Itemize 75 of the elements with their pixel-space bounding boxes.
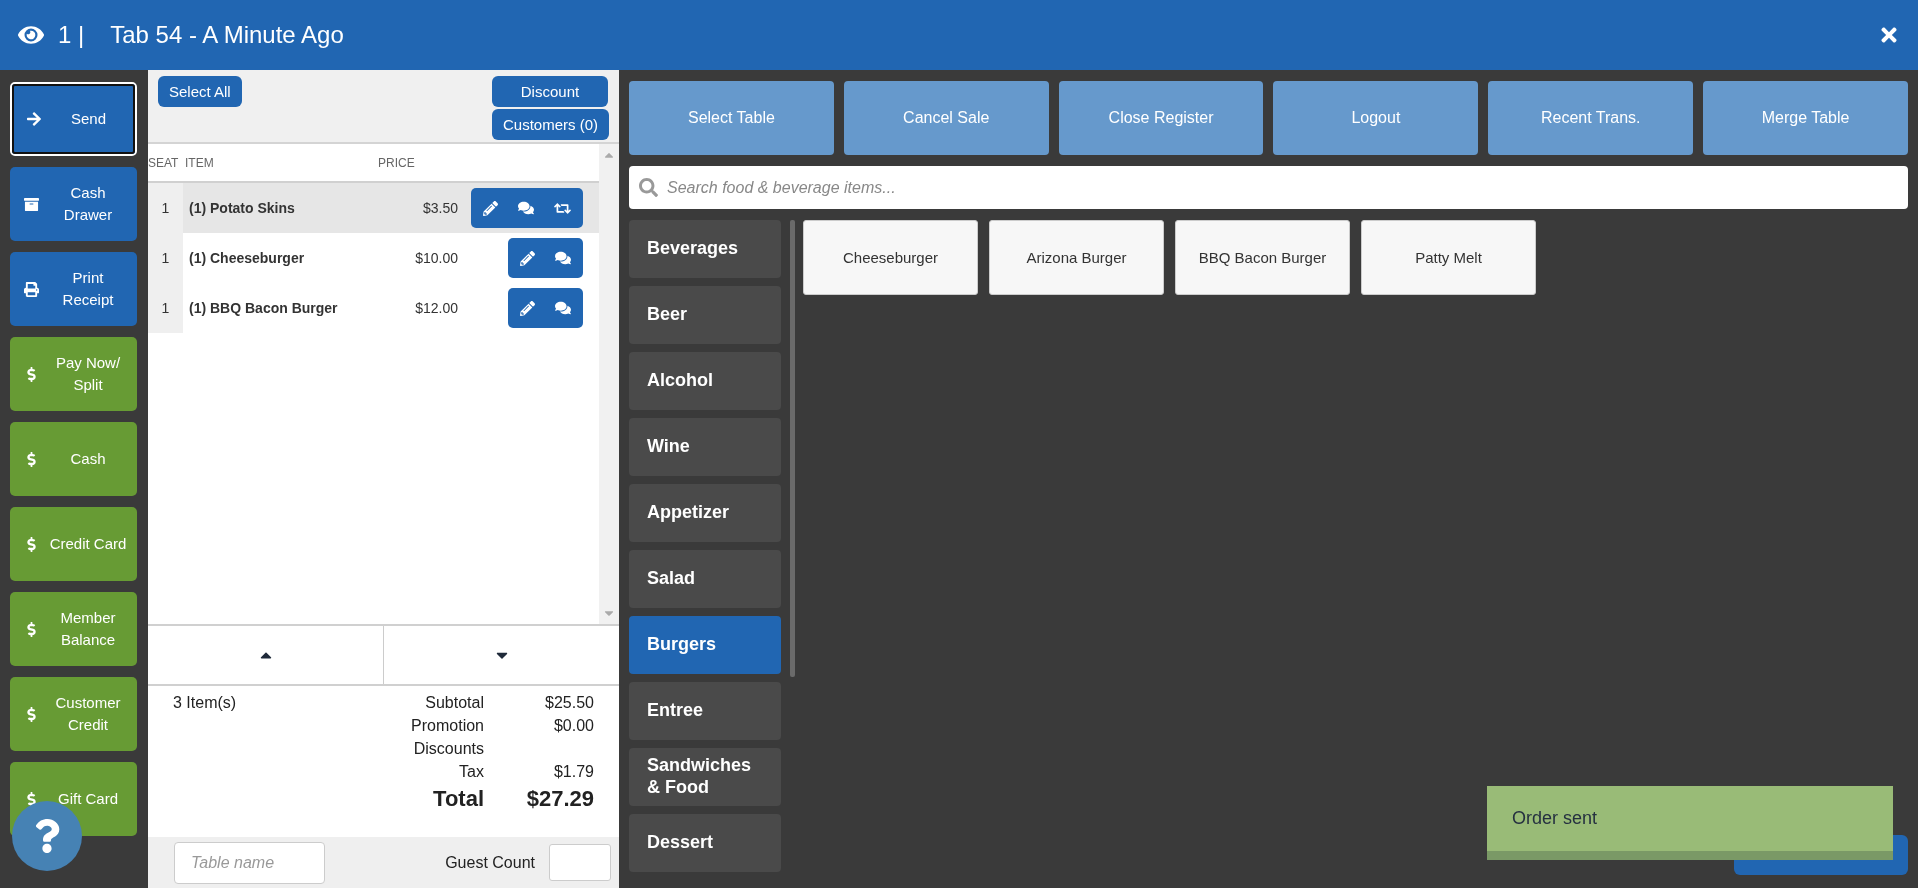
toolbar-button[interactable]: Recent Trans.	[1488, 81, 1694, 155]
total-value: $27.29	[525, 786, 594, 812]
pencil-icon[interactable]	[483, 200, 498, 216]
category-tab[interactable]: Entree	[629, 682, 781, 740]
action-button[interactable]: Credit Card	[10, 507, 137, 581]
toolbar-button[interactable]: Merge Table	[1703, 81, 1908, 155]
pencil-icon[interactable]	[520, 250, 535, 266]
search-icon	[639, 178, 658, 197]
price-cell-text: $12.00	[414, 300, 458, 316]
comments-icon[interactable]	[555, 250, 571, 266]
menu-item[interactable]: Arizona Burger	[989, 220, 1164, 295]
column-header: SEAT	[148, 155, 180, 170]
menu-item[interactable]: BBQ Bacon Burger	[1175, 220, 1350, 295]
summary-label: Tax	[458, 763, 484, 781]
window-title: Tab 54 - A Minute Ago	[110, 21, 345, 49]
category-tab[interactable]: Dessert	[629, 814, 781, 872]
row-actions[interactable]	[508, 238, 583, 278]
menu-item[interactable]: Cheeseburger	[803, 220, 978, 295]
item-count: 3 Item(s)	[173, 694, 238, 712]
discount-button[interactable]: Discount	[491, 76, 608, 107]
category-tab[interactable]: Alcohol	[629, 352, 781, 410]
price-cell-text: $3.50	[421, 200, 458, 216]
toolbar-button[interactable]: Select Table	[629, 81, 834, 155]
category-tab[interactable]: Wine	[629, 418, 781, 476]
summary-value: $1.79	[552, 763, 594, 781]
item-cell-text: (1) BBQ Bacon Burger	[188, 300, 339, 316]
guest-count-field[interactable]	[549, 844, 611, 881]
seat-cell: 1	[148, 233, 183, 283]
column-header: PRICE	[378, 155, 416, 170]
price-cell-text: $10.00	[414, 250, 458, 266]
action-button[interactable]: Print Receipt	[10, 252, 137, 326]
toolbar-button[interactable]: Cancel Sale	[843, 81, 1049, 155]
summary-label: Subtotal	[424, 694, 484, 712]
comments-icon[interactable]	[555, 300, 571, 316]
summary-label: Discounts	[412, 740, 484, 758]
summary-value: $0.00	[552, 717, 594, 735]
box-icon	[24, 196, 39, 212]
arrow-right-icon	[26, 111, 42, 127]
toolbar-button[interactable]: Close Register	[1058, 81, 1264, 155]
printer-icon	[24, 281, 39, 297]
category-tab[interactable]: Sandwiches & Food	[629, 748, 781, 806]
row-actions[interactable]	[471, 188, 583, 228]
pencil-icon[interactable]	[520, 300, 535, 316]
action-button[interactable]: Send	[10, 82, 137, 156]
comments-icon[interactable]	[518, 200, 534, 216]
category-tab[interactable]: Beer	[629, 286, 781, 344]
action-button[interactable]: Cash Drawer	[10, 167, 137, 241]
summary-value: $25.50	[544, 694, 594, 712]
table-name-field[interactable]: Table name	[174, 841, 325, 884]
row-actions[interactable]	[508, 288, 583, 328]
customers-button[interactable]: Customers (0)	[491, 109, 609, 140]
action-button[interactable]: Cash	[10, 422, 137, 496]
item-cell-text: (1) Potato Skins	[188, 200, 296, 216]
order-row[interactable]: 1 (1) Potato Skins $3.50	[148, 183, 599, 233]
total-label: Total	[432, 786, 484, 812]
toast-message: Order sent	[1512, 808, 1598, 829]
tab-counter: 1 |	[58, 21, 85, 49]
action-button[interactable]: Pay Now/ Split	[10, 337, 137, 411]
search-field[interactable]: Search food & beverage items...	[629, 166, 1908, 209]
scrollbar[interactable]	[790, 220, 795, 677]
seat-cell: 1	[148, 183, 183, 233]
summary-label: Promotion	[411, 717, 484, 735]
guest-count-label: Guest Count	[445, 853, 535, 872]
category-tab[interactable]: Beverages	[629, 220, 781, 278]
seat-cell: 1	[148, 283, 183, 333]
item-cell-text: (1) Cheeseburger	[188, 250, 306, 266]
category-tab[interactable]: Appetizer	[629, 484, 781, 542]
category-tab[interactable]: Salad	[629, 550, 781, 608]
action-button[interactable]: Customer Credit	[10, 677, 137, 751]
category-tab[interactable]: Burgers	[629, 616, 781, 674]
menu-item[interactable]: Patty Melt	[1361, 220, 1536, 295]
select-all-button[interactable]: Select All	[158, 76, 242, 107]
action-button[interactable]: Member Balance	[10, 592, 137, 666]
toolbar-button[interactable]: Logout	[1273, 81, 1479, 155]
column-header: ITEM	[184, 155, 215, 170]
